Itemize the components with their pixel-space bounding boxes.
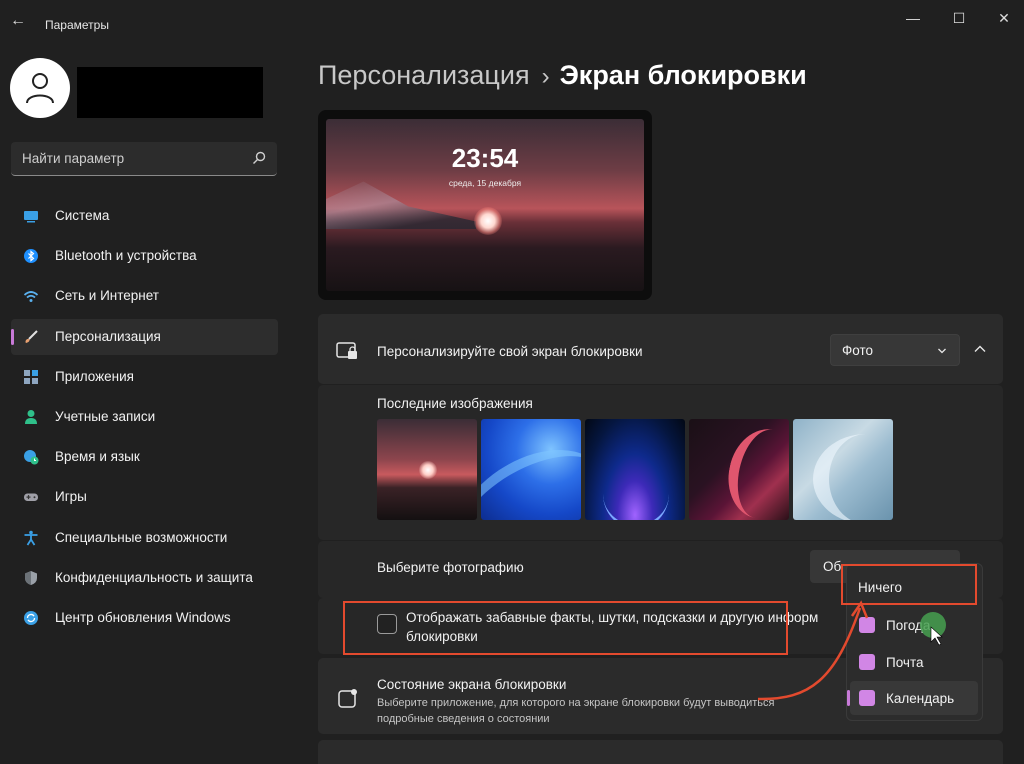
- sidebar-item-label: Специальные возможности: [55, 529, 228, 545]
- sidebar-item-label: Игры: [55, 489, 87, 505]
- title-bar: ← Параметры — ☐ ✕: [0, 0, 1024, 40]
- avatar[interactable]: [10, 58, 70, 118]
- back-arrow-icon[interactable]: ←: [8, 12, 28, 30]
- sidebar-item-windows-update[interactable]: Центр обновления Windows: [11, 600, 278, 636]
- recent-image-thumbnail[interactable]: [793, 419, 893, 520]
- sidebar-item-accounts[interactable]: Учетные записи: [11, 399, 278, 435]
- weather-icon: [859, 617, 875, 633]
- preview-sun: [474, 207, 502, 235]
- sidebar-item-label: Bluetooth и устройства: [55, 248, 197, 264]
- close-button[interactable]: ✕: [989, 8, 1019, 28]
- sidebar-item-apps[interactable]: Приложения: [11, 359, 278, 395]
- lock-status-title: Состояние экрана блокировки: [377, 677, 567, 692]
- next-settings-row: [318, 740, 1003, 764]
- sidebar-item-label: Система: [55, 208, 110, 223]
- highlight-none-option: [841, 564, 977, 605]
- bluetooth-icon: [24, 249, 38, 264]
- recent-images-label: Последние изображения: [377, 396, 533, 411]
- background-type-dropdown[interactable]: Фото: [830, 334, 960, 366]
- recent-images-section: Последние изображения: [318, 385, 1003, 540]
- dropdown-value: Фото: [842, 343, 874, 358]
- gamepad-icon: [24, 493, 38, 502]
- username-redacted: [77, 67, 263, 118]
- breadcrumb-parent[interactable]: Персонализация: [318, 60, 530, 90]
- apps-icon: [24, 369, 38, 384]
- click-indicator: [920, 612, 946, 638]
- person-icon: [25, 409, 37, 424]
- globe-clock-icon: [24, 450, 39, 465]
- lock-status-description: Выберите приложение, для которого на экр…: [377, 697, 775, 725]
- display-icon: [24, 211, 38, 223]
- recent-image-thumbnail[interactable]: [689, 419, 789, 520]
- sidebar-item-label: Время и язык: [55, 449, 140, 465]
- sidebar-item-system[interactable]: Система: [11, 198, 278, 234]
- update-icon: [24, 610, 38, 625]
- shield-icon: [25, 570, 37, 585]
- maximize-button[interactable]: ☐: [944, 8, 974, 28]
- chevron-up-icon[interactable]: [973, 342, 987, 356]
- preview-time: 23:54: [451, 143, 519, 173]
- recent-image-thumbnail[interactable]: [377, 419, 477, 520]
- sidebar-item-label: Центр обновления Windows: [55, 609, 231, 625]
- lock-screen-preview: 23:54 среда, 15 декабря: [318, 110, 652, 300]
- menu-item-label: Календарь: [886, 691, 955, 706]
- calendar-icon: [859, 690, 875, 706]
- page-title: Экран блокировки: [559, 60, 807, 90]
- sidebar-item-accessibility[interactable]: Специальные возможности: [11, 520, 278, 556]
- personalize-lock-screen-row[interactable]: Персонализируйте свой экран блокировки Ф…: [318, 314, 1003, 384]
- sidebar-item-bluetooth[interactable]: Bluetooth и устройства: [11, 238, 278, 274]
- browse-button-label: Об: [823, 559, 842, 574]
- choose-photo-label: Выберите фотографию: [377, 560, 524, 575]
- sidebar-nav: Система Bluetooth и устройства Сеть и Ин…: [11, 198, 278, 640]
- preview-date: среда, 15 декабря: [448, 178, 522, 188]
- preview-image: 23:54 среда, 15 декабря: [326, 119, 644, 291]
- sidebar-item-time-language[interactable]: Время и язык: [11, 439, 278, 475]
- search-icon: [253, 151, 266, 164]
- app-title: Параметры: [45, 18, 109, 32]
- sidebar-item-label: Учетные записи: [55, 408, 156, 424]
- sidebar-item-label: Сеть и Интернет: [55, 288, 159, 304]
- search-input[interactable]: Найти параметр: [11, 142, 277, 176]
- wifi-icon: [23, 291, 39, 303]
- sidebar-item-personalization[interactable]: Персонализация: [11, 318, 278, 355]
- menu-item-mail[interactable]: Почта: [850, 645, 978, 679]
- chevron-down-icon: [938, 348, 946, 354]
- sidebar-item-privacy[interactable]: Конфиденциальность и защита: [11, 560, 278, 596]
- sidebar-item-label: Конфиденциальность и защита: [55, 569, 253, 585]
- menu-item-label: Почта: [886, 655, 924, 670]
- personalize-label: Персонализируйте свой экран блокировки: [377, 344, 643, 359]
- menu-item-calendar[interactable]: Календарь: [847, 681, 978, 715]
- menu-item-weather[interactable]: Погода: [850, 608, 978, 642]
- person-icon: [26, 73, 54, 104]
- minimize-button[interactable]: —: [898, 8, 928, 28]
- sidebar-item-label: Персонализация: [55, 328, 161, 344]
- sidebar-item-network[interactable]: Сеть и Интернет: [11, 278, 278, 314]
- mail-icon: [859, 654, 875, 670]
- highlight-fun-facts: [343, 601, 788, 655]
- lock-screen-icon: [336, 342, 357, 359]
- sidebar-item-gaming[interactable]: Игры: [11, 479, 278, 515]
- brush-icon: [25, 329, 38, 343]
- breadcrumb-separator-icon: ›: [541, 63, 550, 90]
- sidebar-item-label: Приложения: [55, 368, 134, 384]
- status-app-icon: [338, 689, 357, 708]
- recent-image-thumbnail[interactable]: [481, 419, 581, 520]
- breadcrumb: Персонализация › Экран блокировки: [318, 60, 807, 91]
- accessibility-icon: [24, 530, 38, 545]
- search-placeholder: Найти параметр: [22, 151, 125, 166]
- recent-image-thumbnail[interactable]: [585, 419, 685, 520]
